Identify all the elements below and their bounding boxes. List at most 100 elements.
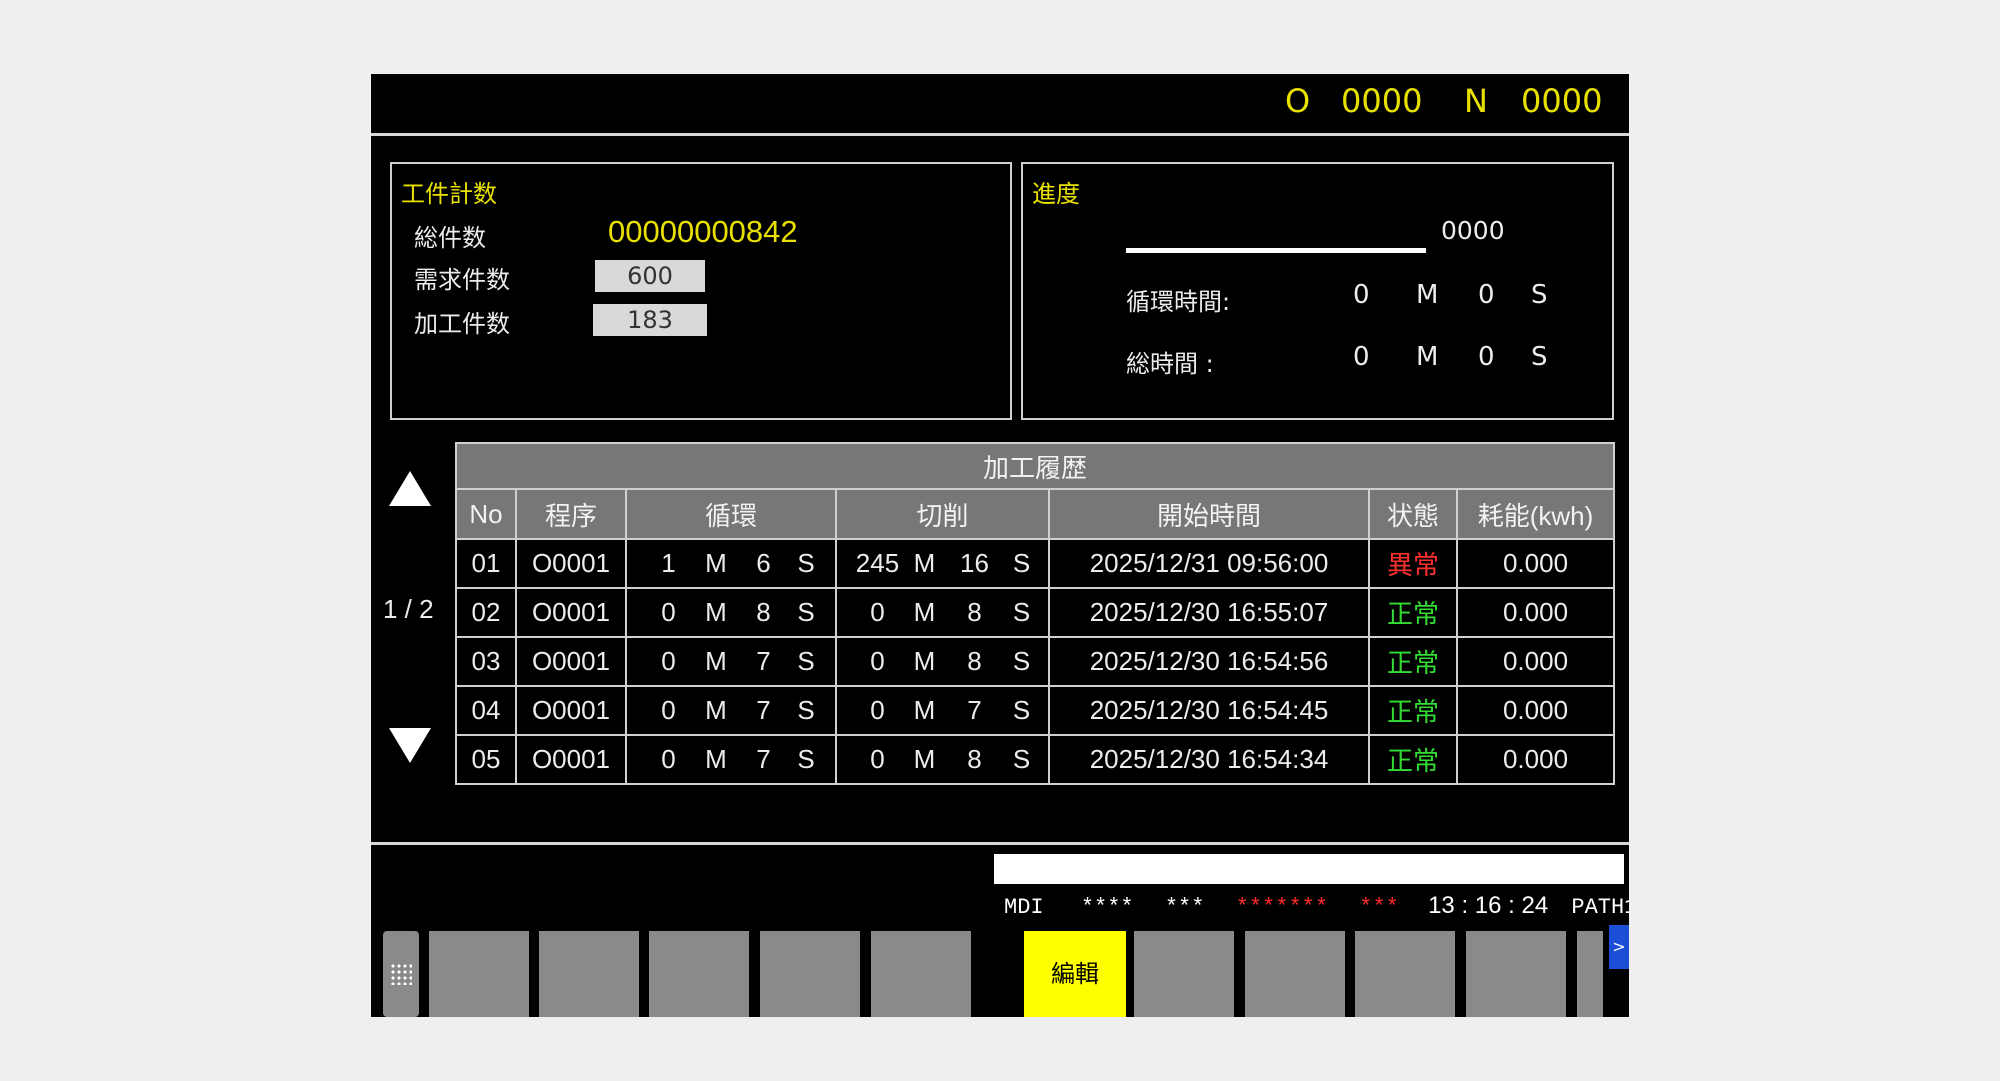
total-time-label: 総時間 : [1126,350,1214,378]
cycle-seconds: 8 [756,597,771,627]
minute-unit: M [705,695,727,725]
row-program: O0001 [515,685,627,736]
cut-minutes: 245 [855,548,900,578]
status-field-3: ******* [1235,895,1329,920]
row-status: 正常 [1368,636,1458,687]
row-start-time: 2025/12/30 16:54:45 [1048,685,1370,736]
required-count-label: 需求件数 [414,266,510,294]
row-no: 03 [455,636,517,687]
row-cycle: 0M7S [625,734,837,785]
cycle-seconds: 6 [756,548,771,578]
table-row[interactable]: 04 O0001 0M7S 0M7S 2025/12/30 16:54:45 正… [455,685,1616,736]
second-unit: S [1012,695,1031,725]
softkey-10[interactable] [1466,931,1566,1017]
cut-seconds: 8 [967,597,982,627]
minute-unit: M [705,744,727,774]
softkey-11[interactable] [1577,931,1603,1017]
table-row[interactable]: 01 O0001 1M6S 245 M 16 S 2025/12/31 09:56:0… [455,538,1616,589]
grid-dots-icon [390,963,412,985]
triangle-down-icon[interactable] [389,728,431,763]
cut-minutes: 0 [870,744,885,774]
row-program: O0001 [515,538,627,589]
history-title: 加工履歴 [454,442,1616,490]
second-unit: S [797,695,815,725]
minute-unit: M [705,548,727,578]
path-indicator: PATH1 [1571,895,1629,920]
minute-unit: M [705,597,727,627]
history-table-wrap: 加工履歴 No 程序 循環 切削 開始時間 状態 耗能(kwh) 01 O000… [454,442,1616,785]
row-energy: 0.000 [1455,587,1616,638]
workpiece-title: 工件計数 [401,180,497,208]
minute-unit: M [913,597,936,627]
row-cut: 0M 8S [835,587,1050,638]
softkey-2[interactable] [539,931,639,1017]
cut-minutes: 0 [870,597,885,627]
row-status: 正常 [1368,685,1458,736]
cycle-minutes: 0 [661,695,676,725]
softkey-3[interactable] [649,931,749,1017]
row-no: 04 [455,685,517,736]
total-time-minutes: 0 [1353,342,1370,372]
n-number: 0000 [1521,82,1603,120]
total-time-seconds: 0 [1478,342,1495,372]
cycle-time-m-unit: M [1416,280,1439,310]
next-page-button[interactable]: > [1609,925,1629,969]
status-field-1: **** [1080,895,1134,920]
mode-indicator: MDI [1004,895,1044,920]
softkey-9[interactable] [1355,931,1455,1017]
softkey-8[interactable] [1245,931,1345,1017]
second-unit: S [1012,744,1031,774]
table-row[interactable]: 02 O0001 0M8S 0M8S 2025/12/30 16:55:07 正… [455,587,1616,638]
softkey-1[interactable] [429,931,529,1017]
second-unit: S [797,597,815,627]
o-number: 0000 [1341,82,1423,120]
row-cycle: 0M7S [625,636,837,687]
second-unit: S [1012,597,1031,627]
softkey-4[interactable] [760,931,860,1017]
cycle-time-label: 循環時間: [1126,288,1231,316]
row-program: O0001 [515,734,627,785]
row-start-time: 2025/12/30 16:54:56 [1048,636,1370,687]
row-no: 05 [455,734,517,785]
cycle-seconds: 7 [756,646,771,676]
row-energy: 0.000 [1455,685,1616,736]
total-time-s-unit: S [1531,342,1548,372]
cycle-time-minutes: 0 [1353,280,1370,310]
softkey-5[interactable] [871,931,971,1017]
required-count-field[interactable]: 600 [595,260,705,292]
softkey-7[interactable] [1134,931,1234,1017]
minute-unit: M [913,548,936,578]
cycle-minutes: 1 [661,548,676,578]
cycle-time-s-unit: S [1531,280,1548,310]
minute-unit: M [913,744,936,774]
row-start-time: 2025/12/31 09:56:00 [1048,538,1370,589]
minute-unit: M [705,646,727,676]
history-table: 加工履歴 No 程序 循環 切削 開始時間 状態 耗能(kwh) 01 O000… [454,442,1616,785]
processed-count-field[interactable]: 183 [593,304,707,336]
col-cut: 切削 [835,488,1050,540]
row-energy: 0.000 [1455,636,1616,687]
message-bar [994,854,1624,884]
row-energy: 0.000 [1455,734,1616,785]
minute-unit: M [913,695,936,725]
col-no: No [455,488,517,540]
n-label: N [1464,82,1488,120]
menu-button[interactable] [383,931,419,1017]
row-status: 正常 [1368,587,1458,638]
cnc-screen: O 0000 N 0000 工件計数 総件数 00000000842 需求件数 … [371,74,1629,1017]
progress-value: 0000 [1441,216,1505,245]
triangle-up-icon[interactable] [389,471,431,506]
table-row[interactable]: 03 O0001 0M7S 0M8S 2025/12/30 16:54:56 正… [455,636,1616,687]
cycle-minutes: 0 [661,597,676,627]
row-cut: 0M 8S [835,636,1050,687]
edit-softkey[interactable]: 編輯 [1024,931,1126,1017]
table-row[interactable]: 05 O0001 0M7S 0M8S 2025/12/30 16:54:34 正… [455,734,1616,785]
col-program: 程序 [515,488,627,540]
cycle-seconds: 7 [756,695,771,725]
row-cycle: 0M8S [625,587,837,638]
row-status: 正常 [1368,734,1458,785]
cycle-time-seconds: 0 [1478,280,1495,310]
status-field-4: *** [1359,895,1399,920]
row-no: 01 [455,538,517,589]
row-cut: 0M 7S [835,685,1050,736]
